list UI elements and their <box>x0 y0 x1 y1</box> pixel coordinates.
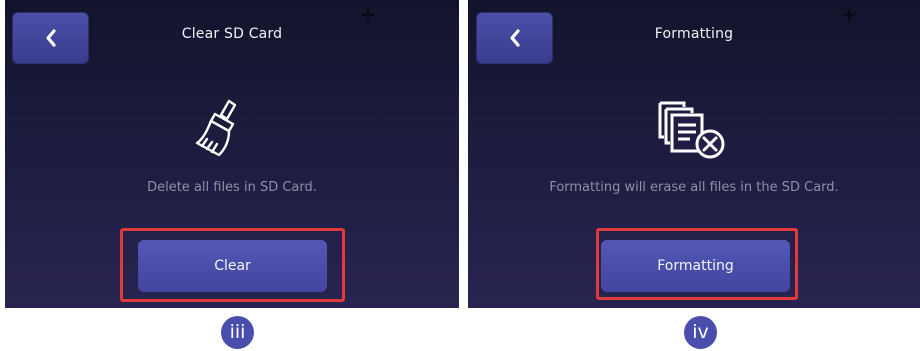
crosshair-icon <box>362 9 374 21</box>
highlight-box <box>120 228 345 302</box>
page-title: Clear SD Card <box>181 26 283 42</box>
step-badge: iii <box>221 316 254 349</box>
highlight-box <box>596 228 798 300</box>
broom-icon <box>195 99 237 157</box>
info-message: Delete all files in SD Card. <box>147 180 317 195</box>
step-badge: iv <box>684 316 717 349</box>
info-message: Formatting will erase all files in the S… <box>549 180 839 195</box>
page-title: Formatting <box>654 26 734 42</box>
crosshair-icon <box>843 9 855 21</box>
format-files-icon <box>658 101 725 159</box>
